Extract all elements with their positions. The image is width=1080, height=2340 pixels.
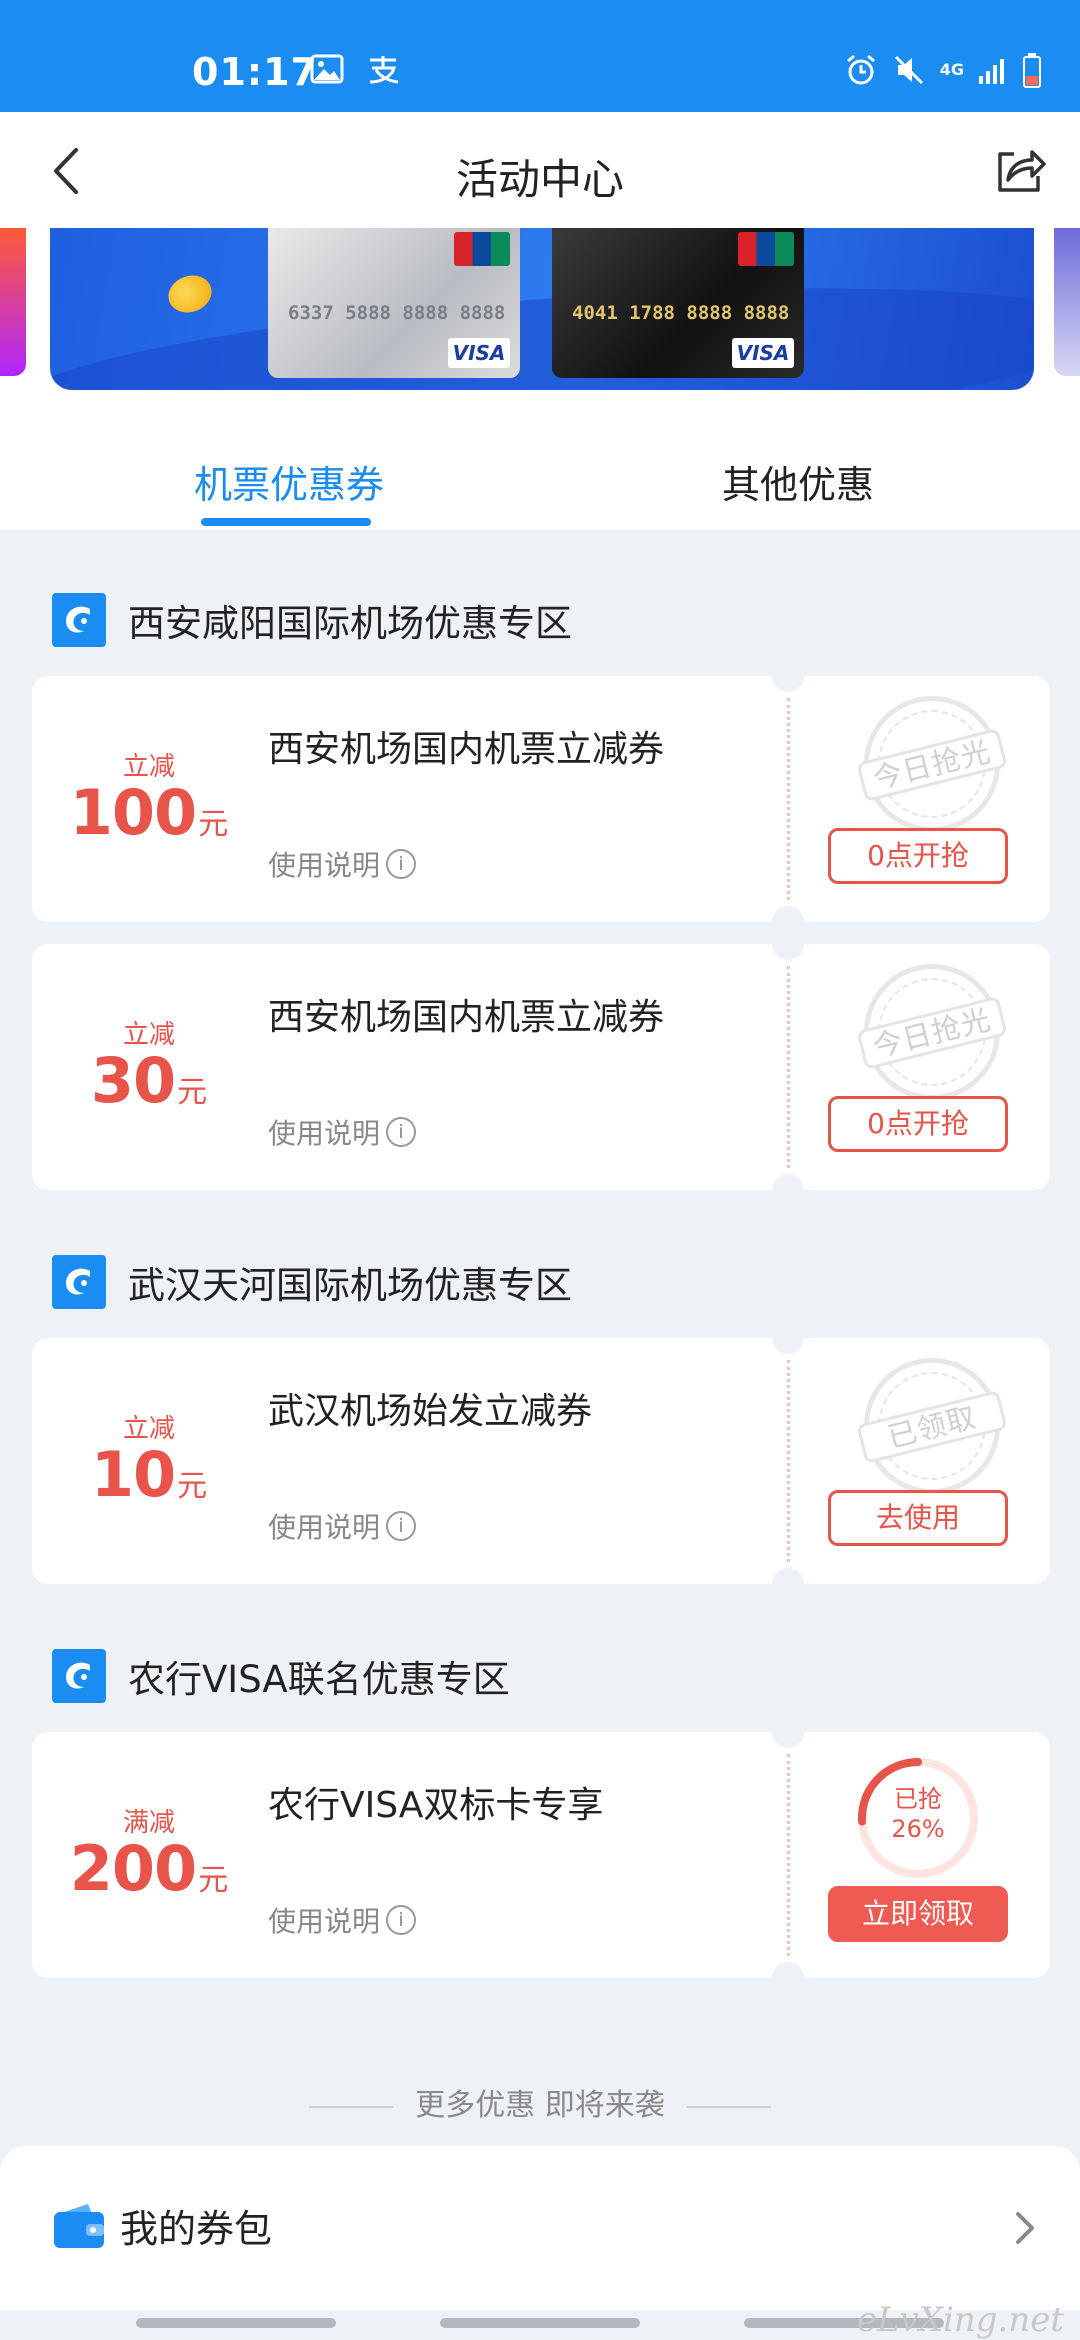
usage-instructions-link[interactable]: 使用说明 i — [268, 1112, 417, 1152]
progress-percent: 26% — [891, 1815, 945, 1843]
coin-icon — [163, 269, 217, 319]
section-header-xian: 西安咸阳国际机场优惠专区 — [52, 592, 572, 648]
claim-now-button[interactable]: 立即领取 — [828, 1886, 1008, 1942]
network-type: 4G — [939, 60, 964, 79]
coupon-name: 武汉机场始发立减券 — [268, 1391, 593, 1432]
grab-at-midnight-button[interactable]: 0点开抢 — [828, 828, 1008, 884]
battery-icon — [1023, 53, 1041, 88]
section-header-wuhan: 武汉天河国际机场优惠专区 — [52, 1254, 572, 1310]
chevron-right-icon — [1016, 2212, 1034, 2244]
coupon-card: 立减 30元 西安机场国内机票立减券 使用说明 i 今日抢光 0点开抢 — [32, 928, 1050, 1206]
airline-logo-icon — [52, 1649, 106, 1703]
tab-active-indicator — [201, 518, 371, 526]
progress-label: 已抢 — [894, 1785, 942, 1813]
banner-carousel[interactable]: 6337 5888 8888 8888 VISA 4041 1788 8888 … — [0, 228, 1080, 398]
section-header-visa: 农行VISA联名优惠专区 — [52, 1648, 510, 1704]
watermark: eLvXing.net — [856, 2300, 1064, 2340]
coupon-card: 立减 10元 武汉机场始发立减券 使用说明 i 已领取 去使用 — [32, 1322, 1050, 1600]
info-icon: i — [386, 1117, 417, 1147]
more-offers-coming: 更多优惠 即将来袭 — [0, 2080, 1080, 2124]
image-notification-icon — [310, 54, 344, 84]
coupon-amount: 10元 — [90, 1438, 208, 1511]
usage-instructions-link[interactable]: 使用说明 i — [268, 1900, 417, 1940]
signal-icon — [979, 59, 1004, 84]
section-title: 武汉天河国际机场优惠专区 — [128, 1264, 572, 1307]
tab-flight-coupons[interactable]: 机票优惠券 — [194, 454, 384, 509]
tab-other-offers[interactable]: 其他优惠 — [722, 454, 874, 509]
status-bar: 01:17 4G — [0, 0, 1080, 112]
airline-logo-icon — [52, 593, 106, 647]
unionpay-logo — [454, 232, 510, 266]
nav-bar: 活动中心 — [0, 112, 1080, 228]
alipay-notification-icon — [369, 56, 399, 84]
nav-recents[interactable] — [136, 2318, 336, 2328]
coupon-name: 西安机场国内机票立减券 — [268, 997, 665, 1038]
banner-slide[interactable]: 6337 5888 8888 8888 VISA 4041 1788 8888 … — [50, 228, 1034, 390]
my-coupon-wallet-label: 我的券包 — [120, 2207, 273, 2251]
silver-credit-card-image: 6337 5888 8888 8888 VISA — [268, 228, 520, 378]
status-time: 01:17 — [192, 50, 318, 94]
info-icon: i — [386, 849, 417, 879]
sold-out-stamp: 今日抢光 — [856, 696, 1008, 832]
page-title: 活动中心 — [455, 155, 624, 204]
info-icon: i — [386, 1905, 417, 1935]
share-icon[interactable] — [992, 144, 1046, 198]
visa-logo: VISA — [732, 338, 794, 368]
claim-progress-ring: 已抢 26% — [854, 1754, 982, 1882]
coupon-name: 农行VISA双标卡专享 — [268, 1785, 604, 1826]
visa-logo: VISA — [448, 338, 510, 368]
use-coupon-button[interactable]: 去使用 — [828, 1490, 1008, 1546]
coupon-amount: 200元 — [69, 1832, 229, 1905]
coupon-name: 西安机场国内机票立减券 — [268, 729, 665, 770]
gold-credit-card-image: 4041 1788 8888 8888 VISA — [552, 228, 804, 378]
tab-bar: 机票优惠券 其他优惠 — [0, 398, 1080, 530]
nav-home[interactable] — [440, 2318, 640, 2328]
my-coupon-wallet-entry[interactable]: 我的券包 — [0, 2146, 1080, 2310]
unionpay-logo — [738, 232, 794, 266]
sold-out-stamp: 今日抢光 — [856, 964, 1008, 1100]
section-title: 西安咸阳国际机场优惠专区 — [128, 602, 572, 645]
airline-logo-icon — [52, 1255, 106, 1309]
usage-instructions-link[interactable]: 使用说明 i — [268, 844, 417, 884]
claimed-stamp: 已领取 — [856, 1358, 1008, 1494]
section-title: 农行VISA联名优惠专区 — [128, 1658, 510, 1701]
coupon-card: 满减 200元 农行VISA双标卡专享 使用说明 i 已抢 26% 立即领取 — [32, 1716, 1050, 1994]
mute-icon — [894, 55, 923, 85]
coupon-amount: 100元 — [69, 776, 229, 849]
coupon-card: 立减 100元 西安机场国内机票立减券 使用说明 i 今日抢光 0点开抢 — [32, 660, 1050, 938]
usage-instructions-link[interactable]: 使用说明 i — [268, 1506, 417, 1546]
banner-next-peek[interactable] — [1054, 228, 1080, 376]
coupon-amount: 30元 — [90, 1044, 208, 1117]
grab-at-midnight-button[interactable]: 0点开抢 — [828, 1096, 1008, 1152]
banner-prev-peek[interactable] — [0, 228, 26, 376]
alarm-icon — [846, 54, 875, 85]
info-icon: i — [386, 1511, 417, 1541]
wallet-icon — [54, 2204, 104, 2248]
